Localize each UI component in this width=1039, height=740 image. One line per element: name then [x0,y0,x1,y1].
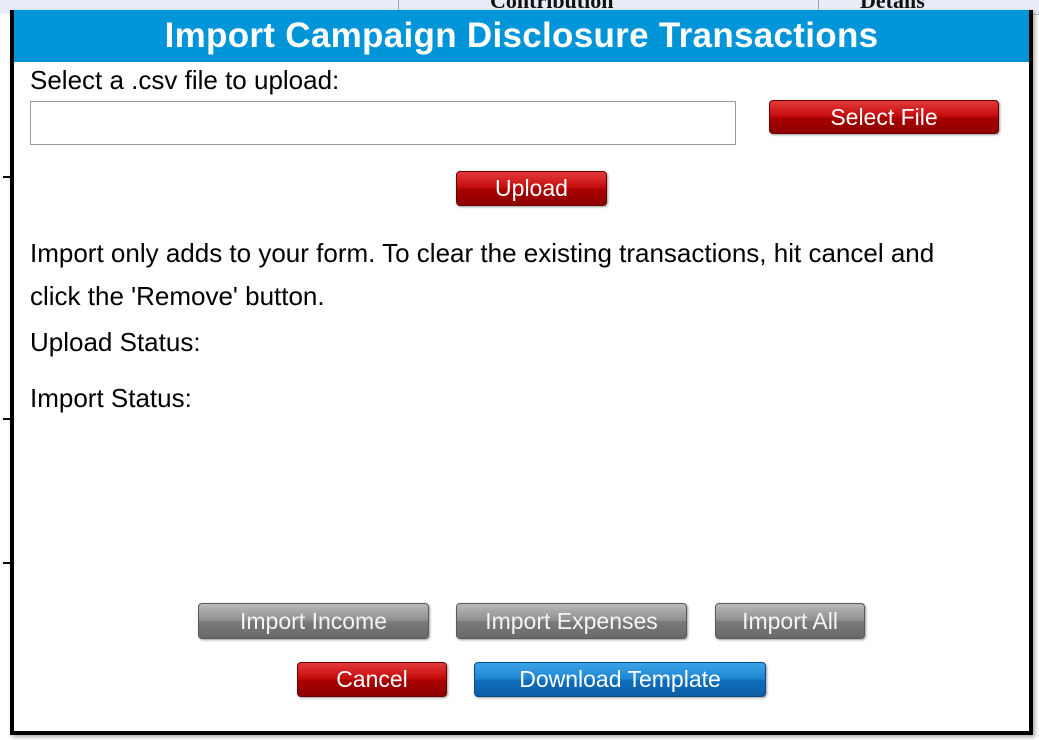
download-template-button[interactable]: Download Template [474,662,766,697]
import-all-button[interactable]: Import All [715,603,865,639]
import-expenses-button-label: Import Expenses [485,608,658,634]
dialog-title: Import Campaign Disclosure Transactions [14,10,1029,62]
import-all-button-label: Import All [742,608,838,634]
import-income-button-label: Import Income [240,608,387,634]
upload-button[interactable]: Upload [456,171,607,206]
file-path-input[interactable] [30,101,736,145]
import-info-text: Import only adds to your form. To clear … [30,238,935,311]
download-template-button-label: Download Template [519,666,721,692]
import-expenses-button[interactable]: Import Expenses [456,603,687,639]
file-prompt-label: Select a .csv file to upload: [30,65,340,95]
import-income-button[interactable]: Import Income [198,603,429,639]
upload-button-label: Upload [495,175,568,201]
upload-status-label: Upload Status: [30,327,201,357]
import-status-label: Import Status: [30,383,192,413]
cancel-button-label: Cancel [336,666,408,692]
select-file-button[interactable]: Select File [769,100,999,134]
import-dialog: Import Campaign Disclosure Transactions … [10,10,1033,735]
select-file-button-label: Select File [830,104,938,130]
cancel-button[interactable]: Cancel [297,662,447,697]
background-left-edge [0,14,11,740]
